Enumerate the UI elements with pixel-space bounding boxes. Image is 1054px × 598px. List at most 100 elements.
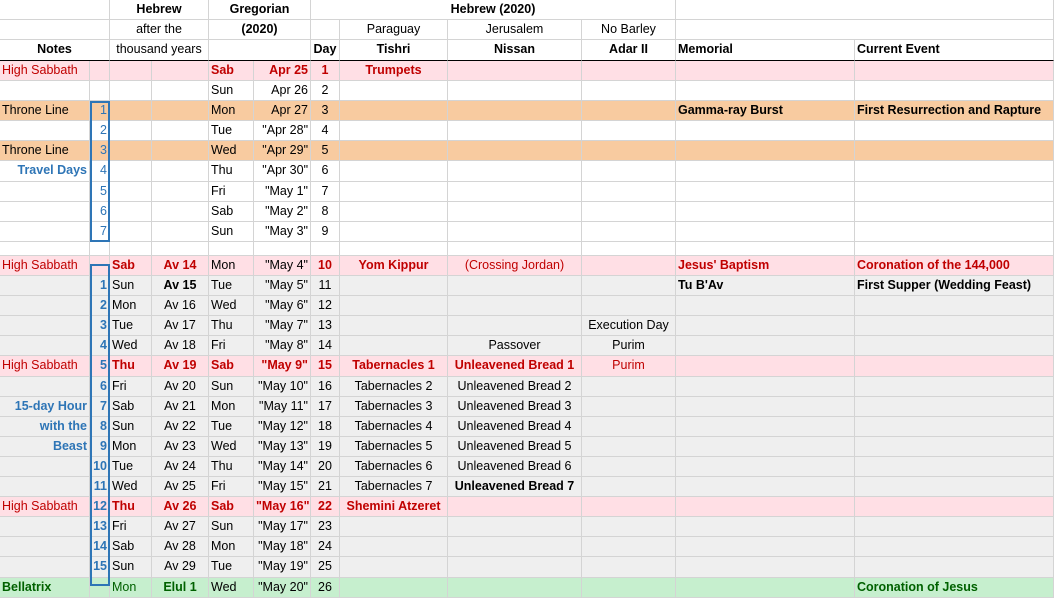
adar-cell[interactable] <box>582 296 676 316</box>
gregorian-date-cell[interactable]: "May 3" <box>254 222 311 242</box>
hebrew-weekday-cell[interactable] <box>110 141 152 161</box>
hebrew-date-cell[interactable]: Av 27 <box>152 517 209 537</box>
hebrew-date-cell[interactable] <box>152 202 209 222</box>
adar-cell[interactable] <box>582 417 676 437</box>
hebrew-weekday-cell[interactable] <box>110 101 152 121</box>
nissan-cell[interactable]: Unleavened Bread 4 <box>448 417 582 437</box>
adar-cell[interactable] <box>582 537 676 557</box>
gregorian-date-cell[interactable]: "May 17" <box>254 517 311 537</box>
gregorian-weekday-cell[interactable]: Fri <box>209 477 254 497</box>
current-event-cell[interactable] <box>855 537 1054 557</box>
current-event-cell[interactable] <box>855 437 1054 457</box>
count-cell[interactable]: 5 <box>90 182 110 202</box>
gregorian-weekday-cell[interactable]: Wed <box>209 578 254 598</box>
count-cell[interactable] <box>90 578 110 598</box>
day-cell[interactable]: 22 <box>311 497 340 517</box>
hebrew-date-cell[interactable]: Av 29 <box>152 557 209 578</box>
gap-cell[interactable] <box>311 242 340 256</box>
adar-cell[interactable] <box>582 61 676 81</box>
tishri-cell[interactable]: Tabernacles 4 <box>340 417 448 437</box>
memorial-cell[interactable] <box>676 316 855 336</box>
notes-cell[interactable] <box>0 81 90 101</box>
gregorian-weekday-cell[interactable]: Wed <box>209 437 254 457</box>
notes-cell[interactable]: High Sabbath <box>0 356 90 377</box>
hebrew-date-cell[interactable]: Av 24 <box>152 457 209 477</box>
gregorian-weekday-cell[interactable]: Mon <box>209 397 254 417</box>
day-cell[interactable]: 19 <box>311 437 340 457</box>
gap-cell[interactable] <box>0 242 90 256</box>
hebrew-weekday-cell[interactable]: Sun <box>110 417 152 437</box>
count-cell[interactable]: 7 <box>90 222 110 242</box>
notes-cell[interactable] <box>0 557 90 578</box>
gregorian-date-cell[interactable]: "May 10" <box>254 377 311 397</box>
memorial-cell[interactable] <box>676 296 855 316</box>
gregorian-weekday-cell[interactable]: Wed <box>209 296 254 316</box>
nissan-cell[interactable]: Unleavened Bread 5 <box>448 437 582 457</box>
notes-cell[interactable]: with the <box>0 417 90 437</box>
day-cell[interactable]: 16 <box>311 377 340 397</box>
gregorian-date-cell[interactable]: "May 11" <box>254 397 311 417</box>
gregorian-date-cell[interactable]: Apr 27 <box>254 101 311 121</box>
day-cell[interactable]: 15 <box>311 356 340 377</box>
day-cell[interactable]: 20 <box>311 457 340 477</box>
hebrew-date-cell[interactable]: Av 17 <box>152 316 209 336</box>
current-event-cell[interactable] <box>855 517 1054 537</box>
tishri-cell[interactable] <box>340 517 448 537</box>
day-cell[interactable]: 10 <box>311 256 340 276</box>
tishri-cell[interactable]: Tabernacles 7 <box>340 477 448 497</box>
adar-cell[interactable] <box>582 256 676 276</box>
gregorian-weekday-cell[interactable]: Wed <box>209 141 254 161</box>
adar-cell[interactable] <box>582 437 676 457</box>
count-cell[interactable]: 13 <box>90 517 110 537</box>
header-thousand[interactable]: thousand years <box>110 40 209 61</box>
memorial-cell[interactable] <box>676 336 855 356</box>
nissan-cell[interactable] <box>448 161 582 182</box>
gap-cell[interactable] <box>152 242 209 256</box>
adar-cell[interactable] <box>582 578 676 598</box>
nissan-cell[interactable] <box>448 537 582 557</box>
count-cell[interactable]: 15 <box>90 557 110 578</box>
notes-cell[interactable]: Throne Line <box>0 101 90 121</box>
header-paraguay[interactable]: Paraguay <box>340 20 448 40</box>
notes-cell[interactable] <box>0 517 90 537</box>
gregorian-date-cell[interactable]: "May 8" <box>254 336 311 356</box>
memorial-cell[interactable] <box>676 457 855 477</box>
nissan-cell[interactable] <box>448 101 582 121</box>
tishri-cell[interactable]: Tabernacles 2 <box>340 377 448 397</box>
notes-cell[interactable] <box>0 121 90 141</box>
gregorian-date-cell[interactable]: "May 15" <box>254 477 311 497</box>
day-cell[interactable]: 9 <box>311 222 340 242</box>
tishri-cell[interactable] <box>340 222 448 242</box>
count-cell[interactable]: 10 <box>90 457 110 477</box>
adar-cell[interactable] <box>582 101 676 121</box>
gregorian-weekday-cell[interactable]: Sab <box>209 356 254 377</box>
hebrew-date-cell[interactable]: Av 14 <box>152 256 209 276</box>
memorial-cell[interactable]: Gamma-ray Burst <box>676 101 855 121</box>
count-cell[interactable]: 3 <box>90 141 110 161</box>
tishri-cell[interactable] <box>340 141 448 161</box>
day-cell[interactable]: 2 <box>311 81 340 101</box>
hebrew-date-cell[interactable] <box>152 61 209 81</box>
day-cell[interactable]: 24 <box>311 537 340 557</box>
hebrew-weekday-cell[interactable] <box>110 222 152 242</box>
gregorian-date-cell[interactable]: "May 2" <box>254 202 311 222</box>
header-notes[interactable]: Notes <box>0 40 110 61</box>
gap-cell[interactable] <box>254 242 311 256</box>
nissan-cell[interactable]: Unleavened Bread 3 <box>448 397 582 417</box>
hebrew-weekday-cell[interactable]: Mon <box>110 437 152 457</box>
notes-cell[interactable]: Travel Days <box>0 161 90 182</box>
gap-cell[interactable] <box>855 242 1054 256</box>
memorial-cell[interactable] <box>676 437 855 457</box>
gap-cell[interactable] <box>448 242 582 256</box>
tishri-cell[interactable] <box>340 276 448 296</box>
hebrew-weekday-cell[interactable]: Sab <box>110 397 152 417</box>
adar-cell[interactable] <box>582 276 676 296</box>
nissan-cell[interactable] <box>448 296 582 316</box>
hebrew-weekday-cell[interactable] <box>110 202 152 222</box>
adar-cell[interactable] <box>582 497 676 517</box>
gregorian-weekday-cell[interactable]: Mon <box>209 537 254 557</box>
notes-cell[interactable]: High Sabbath <box>0 497 90 517</box>
memorial-cell[interactable] <box>676 61 855 81</box>
notes-cell[interactable]: Beast <box>0 437 90 457</box>
current-event-cell[interactable] <box>855 141 1054 161</box>
